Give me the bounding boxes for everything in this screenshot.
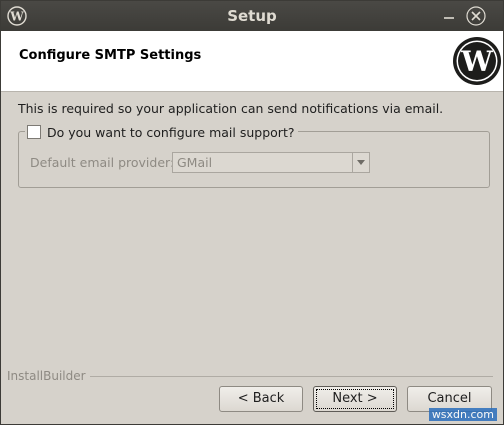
setup-window: W Setup Configure SMTP Settings W This i…	[0, 0, 504, 425]
email-provider-select[interactable]: GMail	[172, 152, 370, 173]
next-button[interactable]: Next >	[313, 386, 397, 412]
description-text: This is required so your application can…	[18, 101, 444, 116]
mail-support-toggle[interactable]: Do you want to configure mail support?	[25, 123, 299, 141]
window-title: Setup	[227, 7, 277, 25]
mail-support-checkbox[interactable]	[27, 125, 41, 139]
page-title: Configure SMTP Settings	[19, 48, 202, 63]
back-button[interactable]: < Back	[219, 386, 303, 412]
watermark: wsxdn.com	[428, 408, 497, 421]
dropdown-button[interactable]	[352, 153, 369, 172]
provider-label: Default email provider:	[30, 155, 175, 170]
svg-text:W: W	[460, 45, 493, 78]
wordpress-logo-icon: W	[453, 37, 501, 85]
header-panel: Configure SMTP Settings W	[1, 31, 503, 92]
chevron-down-icon	[357, 160, 365, 165]
provider-value: GMail	[177, 155, 213, 170]
installbuilder-label: InstallBuilder	[7, 369, 90, 383]
minimize-icon[interactable]	[439, 5, 459, 25]
close-icon[interactable]	[465, 5, 487, 27]
title-bar: W Setup	[1, 1, 503, 31]
mail-support-label: Do you want to configure mail support?	[47, 124, 295, 140]
